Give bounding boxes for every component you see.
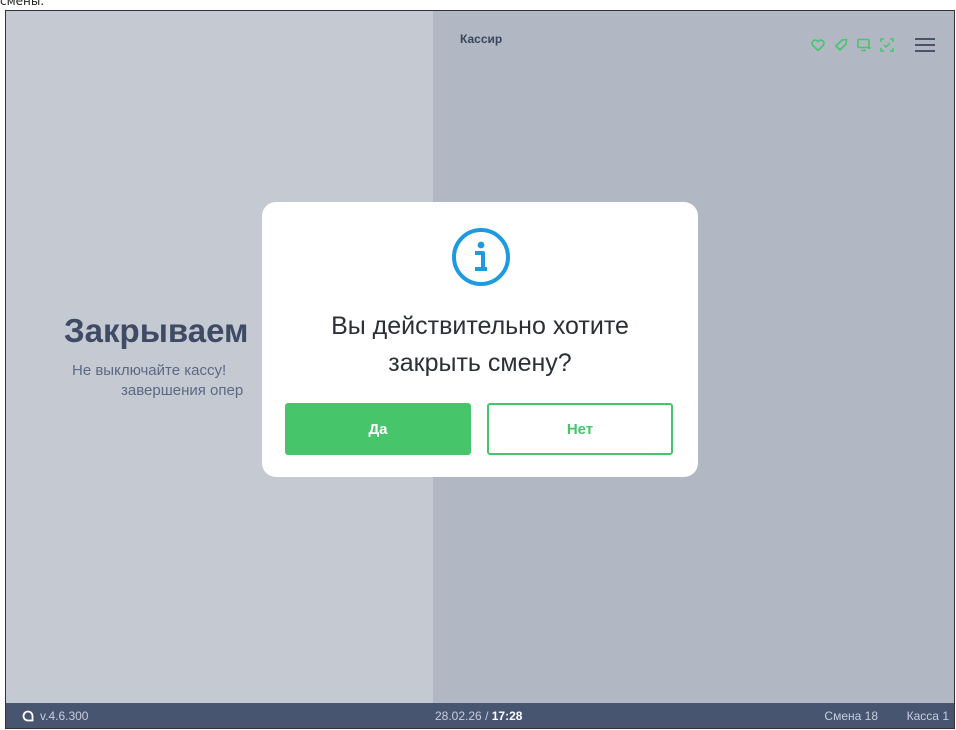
version-label: v.4.6.300 xyxy=(40,709,89,723)
yes-button[interactable]: Да xyxy=(285,403,471,455)
no-button[interactable]: Нет xyxy=(487,403,673,455)
dialog-message-line1: Вы действительно хотите xyxy=(331,312,629,340)
dialog-message-line2: закрыть смену? xyxy=(388,349,572,377)
register-label: Касса 1 xyxy=(906,709,949,723)
version-info: v.4.6.300 xyxy=(22,709,88,723)
date-time-separator: / xyxy=(485,709,489,723)
app-logo-icon xyxy=(22,710,34,722)
header-toolbar xyxy=(810,37,936,53)
hamburger-menu-icon[interactable] xyxy=(914,37,936,53)
page-caption: смены. xyxy=(0,0,45,8)
date-time: 28.02.26 / 17:28 xyxy=(435,709,522,723)
closing-shift-title: Закрываем xyxy=(64,312,249,349)
date-label: 28.02.26 xyxy=(435,709,482,723)
shift-label: Смена 18 xyxy=(824,709,878,723)
heart-icon[interactable] xyxy=(810,37,826,53)
dialog-message: Вы действительно хотите закрыть смену? xyxy=(262,308,698,382)
confirm-close-shift-dialog: Вы действительно хотите закрыть смену? Д… xyxy=(262,202,698,477)
info-icon xyxy=(452,228,510,286)
scan-check-icon[interactable] xyxy=(879,37,895,53)
tag-icon[interactable] xyxy=(833,37,849,53)
monitor-icon[interactable] xyxy=(856,37,872,53)
time-label: 17:28 xyxy=(491,709,523,723)
status-bar: v.4.6.300 28.02.26 / 17:28 Смена 18 Касс… xyxy=(6,703,954,728)
page-title: Кассир xyxy=(460,32,503,46)
